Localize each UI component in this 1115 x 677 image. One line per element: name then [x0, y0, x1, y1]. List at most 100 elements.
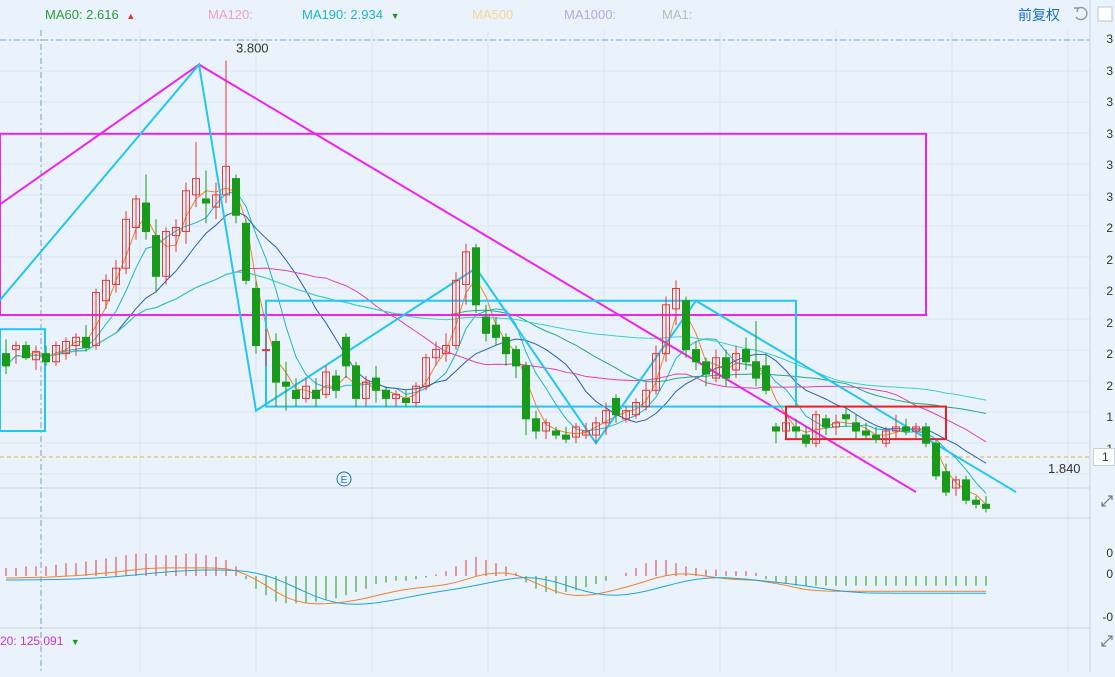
candle[interactable]: [752, 321, 760, 387]
legend-ma1000[interactable]: MA1000:: [564, 0, 616, 30]
candle[interactable]: [322, 365, 330, 399]
legend-ma60[interactable]: MA60: 2.616 ▲: [45, 0, 135, 31]
ma190-down-arrow-icon: ▼: [390, 11, 400, 21]
candle[interactable]: [252, 280, 260, 354]
candle-body: [822, 418, 830, 428]
candle[interactable]: [532, 410, 540, 440]
candle[interactable]: [432, 341, 440, 366]
candle[interactable]: [562, 426, 570, 444]
price-axis-tick: 3: [1106, 189, 1113, 204]
candle[interactable]: [412, 382, 420, 407]
candle[interactable]: [682, 296, 690, 358]
candle[interactable]: [332, 369, 340, 399]
price-axis-tick: 2: [1106, 284, 1113, 298]
legend-ma500[interactable]: MA500: [472, 0, 513, 30]
controls-icon[interactable]: [1097, 5, 1113, 23]
price-axis-tick: 2: [1106, 347, 1113, 361]
undo-icon[interactable]: [1072, 5, 1090, 23]
candle[interactable]: [962, 475, 970, 505]
candle[interactable]: [312, 378, 320, 407]
candle[interactable]: [502, 333, 510, 366]
candle[interactable]: [982, 496, 990, 513]
candle[interactable]: [142, 174, 150, 240]
candle[interactable]: [912, 422, 920, 440]
candle[interactable]: [852, 414, 860, 440]
candle[interactable]: [492, 317, 500, 346]
candle[interactable]: [12, 341, 20, 364]
price-axis-tick: 2: [1106, 315, 1113, 330]
legend-ma1[interactable]: MA1:: [662, 0, 692, 30]
candle[interactable]: [382, 386, 390, 407]
legend-ma60-value: MA60: 2.616: [45, 7, 119, 22]
candle[interactable]: [352, 361, 360, 407]
candle-body: [312, 389, 320, 399]
candle[interactable]: [242, 219, 250, 285]
candle-body: [962, 479, 970, 501]
candle-body: [562, 434, 570, 440]
candle[interactable]: [522, 361, 530, 436]
candle[interactable]: [42, 345, 50, 366]
candle[interactable]: [922, 422, 930, 448]
candle-body: [852, 422, 860, 432]
candle[interactable]: [762, 353, 770, 395]
candle[interactable]: [32, 345, 40, 370]
price-axis-tick: 1: [1106, 410, 1113, 424]
candle-body: [512, 349, 520, 367]
candle-body: [762, 365, 770, 391]
candle[interactable]: [832, 414, 840, 436]
candle-body: [202, 198, 210, 204]
candle[interactable]: [772, 422, 780, 444]
candle[interactable]: [472, 243, 480, 313]
candle-body: [372, 377, 380, 391]
pattern-box-cyan-left[interactable]: [0, 328, 46, 433]
candle[interactable]: [442, 333, 450, 362]
candle[interactable]: [2, 339, 10, 375]
candle-body: [232, 178, 240, 216]
candle[interactable]: [232, 174, 240, 224]
price-axis-tick: 2: [1106, 221, 1113, 235]
kline-chart-canvas[interactable]: 3.800 1.840 E: [0, 0, 1115, 672]
candle[interactable]: [122, 211, 130, 275]
candle[interactable]: [632, 398, 640, 419]
candle-body: [502, 336, 510, 355]
candle[interactable]: [372, 365, 380, 403]
candle-body: [752, 361, 760, 379]
candle[interactable]: [392, 390, 400, 407]
candle-body: [332, 375, 340, 391]
legend-ma120[interactable]: MA120:: [208, 0, 253, 30]
candle-body: [682, 300, 690, 351]
candle-body: [402, 397, 410, 404]
candle[interactable]: [172, 219, 180, 252]
candle[interactable]: [802, 426, 810, 448]
event-marker-icon[interactable]: E: [336, 471, 352, 487]
stock-chart[interactable]: 3.800 1.840 E MA60: 2.616 ▲ MA120: MA190: …: [0, 0, 1115, 672]
candle-body: [692, 349, 700, 363]
candle[interactable]: [512, 345, 520, 379]
candle[interactable]: [942, 463, 950, 497]
expand-macd-icon[interactable]: [1100, 634, 1114, 648]
candle[interactable]: [972, 496, 980, 509]
candle[interactable]: [782, 418, 790, 436]
pattern-zigzag-cyan[interactable]: [0, 62, 1017, 493]
legend-ma190[interactable]: MA190: 2.934 ▼: [302, 0, 400, 31]
candle[interactable]: [102, 274, 110, 309]
candle[interactable]: [662, 296, 670, 362]
expand-main-icon[interactable]: [1100, 494, 1114, 508]
candle-body: [252, 288, 260, 347]
candle[interactable]: [822, 414, 830, 436]
candle[interactable]: [692, 341, 700, 370]
candle[interactable]: [62, 337, 70, 360]
candle[interactable]: [542, 418, 550, 440]
candle[interactable]: [132, 194, 140, 240]
candle[interactable]: [72, 333, 80, 356]
volume-legend[interactable]: 20: 125.091 ▼: [0, 634, 80, 648]
candle[interactable]: [932, 439, 940, 480]
candle[interactable]: [462, 243, 470, 305]
candle[interactable]: [22, 341, 30, 360]
candle[interactable]: [82, 325, 90, 352]
macd-axis-tick: 0: [1106, 546, 1113, 560]
price-axis-tick: 3: [1106, 95, 1113, 109]
adjust-price-button[interactable]: 前复权: [1018, 5, 1060, 25]
candle[interactable]: [342, 333, 350, 379]
candle[interactable]: [672, 280, 680, 326]
